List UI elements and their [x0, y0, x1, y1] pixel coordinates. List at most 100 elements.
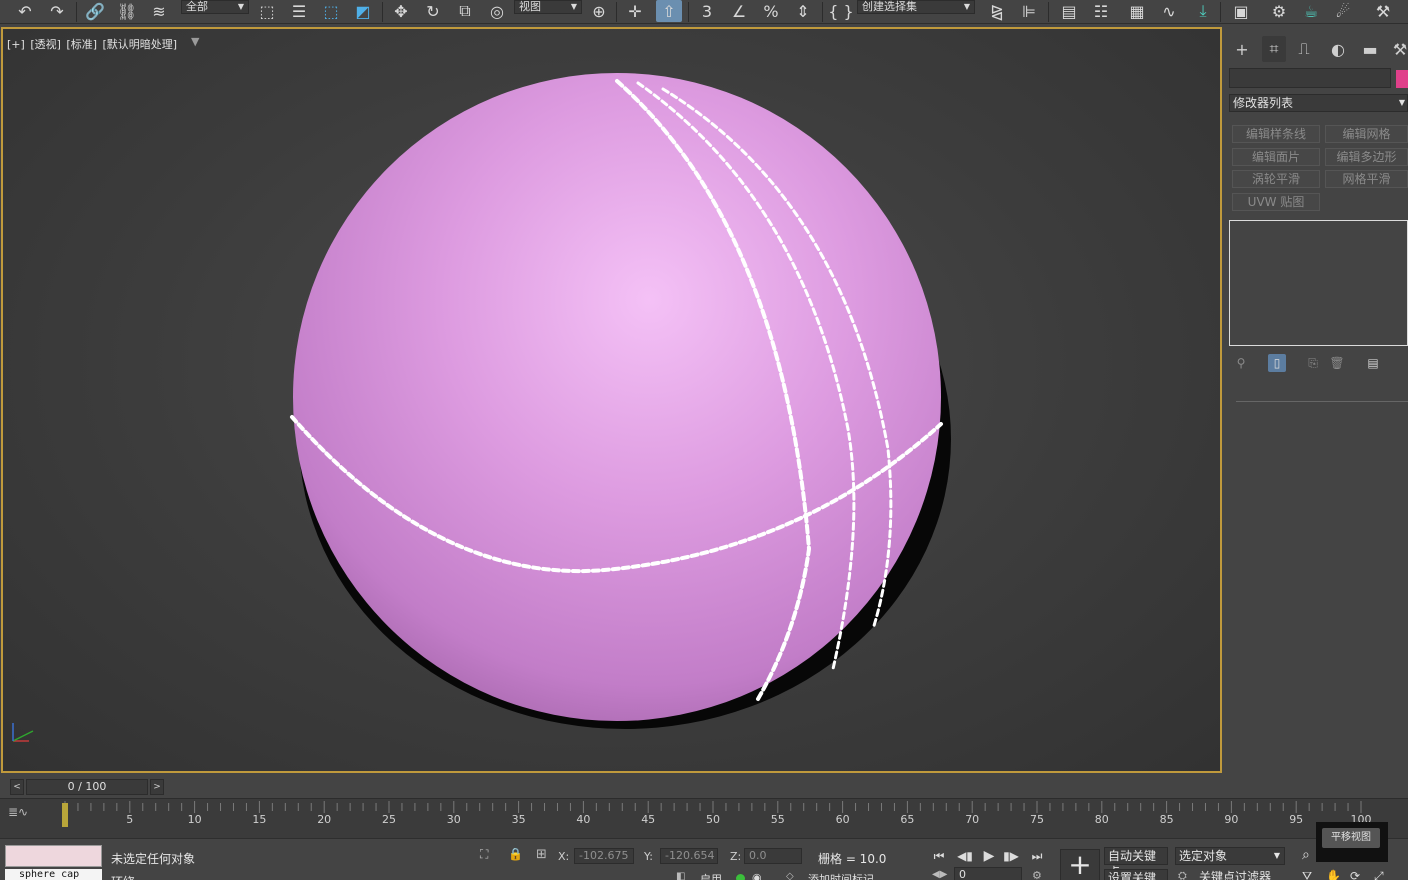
percent-snap-icon[interactable]: % — [758, 0, 784, 22]
orbit-icon[interactable]: ⟳ — [1350, 869, 1366, 880]
key-filters-button[interactable]: 关键点过滤器 — [1196, 869, 1286, 880]
render-online-icon[interactable]: ⚒ — [1370, 0, 1396, 22]
reference-coordinate-dropdown[interactable]: 视图 ▼ — [514, 0, 582, 14]
edit-patch-button[interactable]: 编辑面片 — [1232, 148, 1320, 166]
selection-filter-dropdown[interactable]: 全部 ▼ — [181, 0, 249, 14]
angle-snap-icon[interactable]: ∠ — [726, 0, 752, 22]
add-time-tag-label[interactable]: 添加时间标记 — [808, 871, 874, 880]
select-object-icon[interactable]: ⬚ — [254, 0, 280, 22]
set-key-big-button[interactable]: + — [1060, 849, 1100, 880]
select-by-name-icon[interactable]: ☰ — [286, 0, 312, 22]
rendered-frame-window-icon[interactable]: ☕ — [1298, 0, 1324, 22]
scale-icon[interactable]: ⧉ — [452, 0, 478, 22]
edit-named-selection-icon[interactable]: { } — [828, 0, 854, 22]
create-tab-icon[interactable]: + — [1230, 36, 1254, 62]
previous-frame-icon[interactable]: ◀▮ — [954, 847, 976, 865]
key-mode-icon[interactable]: ◀▶ — [932, 869, 947, 880]
undo-icon[interactable]: ↶ — [12, 0, 38, 22]
remove-modifier-icon[interactable]: 🗑 — [1328, 354, 1346, 372]
tooltip-text: 平移视图 — [1322, 828, 1380, 848]
object-name-field[interactable] — [1229, 68, 1391, 88]
trackbar-ruler[interactable]: 0510152025303540455055606570758085909510… — [60, 799, 1380, 839]
tooltip: 平移视图 — [1316, 822, 1388, 862]
object-color-swatch[interactable] — [1396, 70, 1408, 88]
field-of-view-icon[interactable]: ⛛ — [1302, 869, 1318, 880]
auto-key-button[interactable]: 自动关键点 — [1104, 847, 1168, 879]
key-selection-set-dropdown[interactable]: 选定对象 ▼ — [1175, 847, 1285, 865]
trackbar-tick-label: 95 — [1289, 813, 1303, 826]
x-coordinate-field[interactable]: -102.675 — [574, 848, 634, 864]
sphere-object[interactable] — [293, 73, 941, 721]
set-key-button[interactable]: 设置关键点 — [1104, 869, 1168, 880]
display-tab-icon[interactable]: ▬ — [1358, 36, 1382, 62]
motion-tab-icon[interactable]: ◐ — [1326, 36, 1350, 62]
scene-explorer-icon[interactable]: ▤ — [1056, 0, 1082, 22]
link-icon[interactable]: 🔗 — [82, 0, 108, 22]
prompt-text: 环绕 — [111, 873, 135, 880]
modify-tab-icon[interactable]: ⌗ — [1262, 36, 1286, 62]
keyboard-shortcut-override-icon[interactable]: ⇧ — [656, 0, 682, 22]
place-icon[interactable]: ◎ — [484, 0, 510, 22]
y-coordinate-field[interactable]: -120.654 — [660, 848, 718, 864]
rectangle-selection-icon[interactable]: ⬚ — [318, 0, 344, 22]
pan-view-icon[interactable]: ✋ — [1326, 869, 1342, 880]
edit-spline-button[interactable]: 编辑样条线 — [1232, 125, 1320, 143]
time-slider-frame-display[interactable]: 0 / 100 — [26, 779, 148, 795]
snaps-toggle-icon[interactable]: 3 — [694, 0, 720, 22]
selection-lock-icon[interactable]: 🔒 — [508, 847, 523, 865]
align-icon[interactable]: ⊫ — [1016, 0, 1042, 22]
window-crossing-icon[interactable]: ◩ — [350, 0, 376, 22]
go-to-start-icon[interactable]: ⏮ — [928, 847, 950, 865]
make-unique-icon[interactable]: ⎘ — [1304, 354, 1322, 372]
select-manipulate-icon[interactable]: ✛ — [622, 0, 648, 22]
configure-modifier-sets-icon[interactable]: ▤ — [1364, 354, 1382, 372]
enable-label: 启用 — [700, 873, 722, 880]
edit-mesh-button[interactable]: 编辑网格 — [1325, 125, 1408, 143]
turbosmooth-button[interactable]: 涡轮平滑 — [1232, 170, 1320, 188]
enable-radio-icon[interactable]: ◉ — [752, 871, 770, 880]
ribbon-toggle-icon[interactable]: ▦ — [1124, 0, 1150, 22]
isolate-selection-icon[interactable]: ⛶ — [480, 847, 498, 865]
layer-explorer-icon[interactable]: ☷ — [1088, 0, 1114, 22]
next-frame-icon[interactable]: ▮▶ — [1000, 847, 1022, 865]
show-end-result-icon[interactable]: ▯ — [1268, 354, 1286, 372]
absolute-mode-icon[interactable]: ⊞ — [536, 847, 552, 865]
play-icon[interactable]: ▶ — [978, 847, 1000, 865]
edit-poly-button[interactable]: 编辑多边形 — [1325, 148, 1408, 166]
curve-editor-icon[interactable]: ∿ — [1156, 0, 1182, 22]
unlink-icon[interactable]: ⛓ — [114, 0, 140, 22]
bind-space-warp-icon[interactable]: ≋ — [146, 0, 172, 22]
main-toolbar: ↶ ↷ 🔗 ⛓ ≋ 全部 ▼ ⬚ ☰ ⬚ ◩ ✥ ↻ ⧉ ◎ 视图 ▼ ⊕ ✛ … — [0, 0, 1408, 24]
utilities-tab-icon[interactable]: ⚒ — [1388, 36, 1408, 62]
material-editor-icon[interactable]: ▣ — [1228, 0, 1254, 22]
current-frame-marker[interactable] — [62, 803, 68, 827]
maximize-viewport-icon[interactable]: ⤢ — [1374, 869, 1390, 880]
render-setup-icon[interactable]: ⚙ — [1266, 0, 1292, 22]
render-production-icon[interactable]: ☄ — [1330, 0, 1356, 22]
schematic-view-icon[interactable]: ⤓ — [1190, 0, 1216, 22]
toolbar-separator — [688, 2, 689, 22]
move-icon[interactable]: ✥ — [388, 0, 414, 22]
named-selection-dropdown[interactable]: 创建选择集 ▼ — [857, 0, 975, 14]
time-slider-next-button[interactable]: > — [150, 779, 164, 795]
redo-icon[interactable]: ↷ — [44, 0, 70, 22]
pivot-center-icon[interactable]: ⊕ — [586, 0, 612, 22]
modifier-stack-list[interactable] — [1229, 220, 1408, 346]
time-configuration-icon[interactable]: ⚙ — [1032, 869, 1046, 880]
rotate-icon[interactable]: ↻ — [420, 0, 446, 22]
current-frame-field[interactable]: 0 — [954, 867, 1022, 880]
pin-stack-icon[interactable]: ⚲ — [1232, 354, 1250, 372]
time-slider-prev-button[interactable]: < — [10, 779, 24, 795]
meshsmooth-button[interactable]: 网格平滑 — [1325, 170, 1408, 188]
mirror-icon[interactable]: ⧎ — [984, 0, 1010, 22]
modifier-list-dropdown[interactable]: 修改器列表 ▼ — [1229, 94, 1408, 112]
uvw-map-button[interactable]: UVW 贴图 — [1232, 193, 1320, 211]
z-coordinate-field[interactable]: 0.0 — [744, 848, 802, 864]
trackbar[interactable]: ≣∿ 0510152025303540455055606570758085909… — [0, 798, 1408, 838]
perspective-viewport[interactable]: [+] [透视] [标准] [默认明暗处理] ▼ — [1, 27, 1222, 773]
enable-toggle-icon[interactable]: ◧ — [676, 871, 690, 880]
mini-curve-editor-icon[interactable]: ≣∿ — [8, 805, 52, 831]
spinner-snap-icon[interactable]: ⇕ — [790, 0, 816, 22]
go-to-end-icon[interactable]: ⏭ — [1026, 847, 1048, 865]
hierarchy-tab-icon[interactable]: ⎍ — [1292, 36, 1316, 62]
